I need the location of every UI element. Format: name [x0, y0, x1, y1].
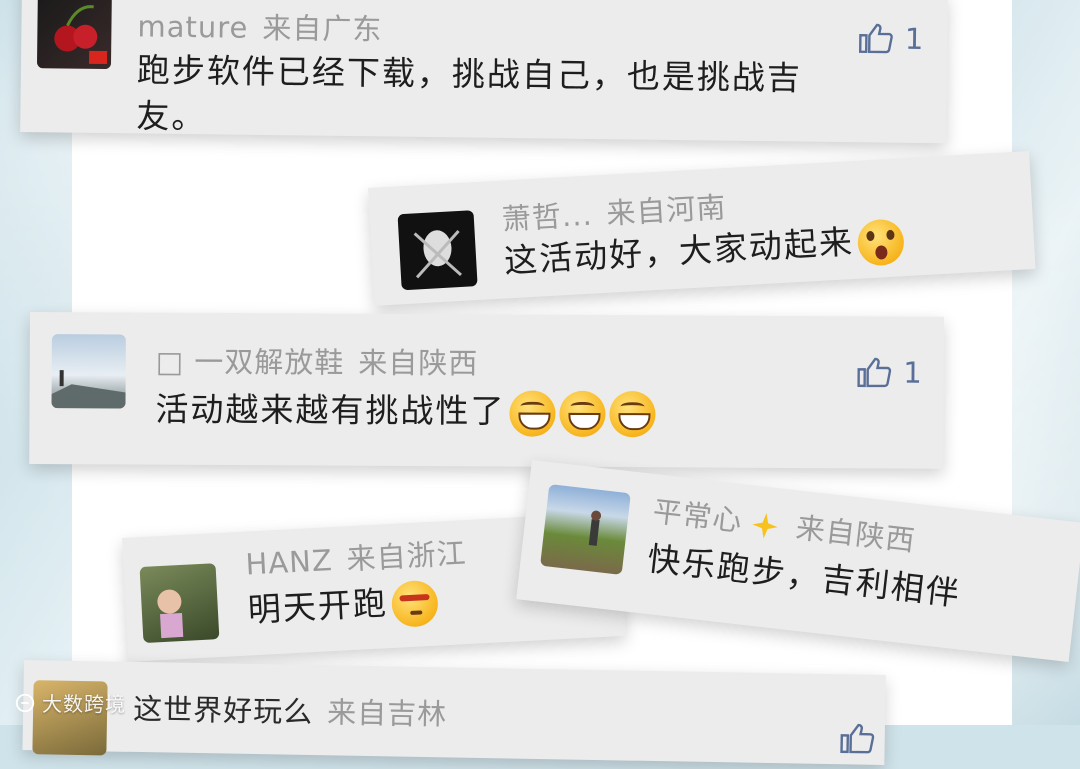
comment-author[interactable]: 这世界好玩么 来自吉林: [133, 686, 448, 733]
thumbs-up-icon: [856, 357, 891, 388]
dizzy-star-icon: [752, 513, 778, 539]
comment-card-1: mature 来自广东 1 跑步软件已经下载，挑战自己，也是挑战吉 友。: [20, 0, 948, 144]
grinning-emoji-icon: [609, 390, 656, 437]
comment-text: 活动越来越有挑战性了: [155, 387, 656, 437]
astonished-emoji-icon: [856, 217, 906, 267]
author-name: 这世界好玩么: [132, 691, 314, 730]
avatar[interactable]: [540, 484, 631, 575]
avatar[interactable]: [139, 563, 220, 644]
comment-text-body: 明天开跑: [246, 583, 389, 630]
watermark: 大数跨境: [14, 688, 126, 717]
watermark-logo-icon: [15, 693, 35, 712]
comment-text-body: 活动越来越有挑战性了: [155, 389, 506, 431]
comment-text: 快乐跑步，吉利相伴: [645, 536, 963, 617]
like-count: 1: [903, 355, 922, 390]
like-count: 1: [904, 21, 924, 57]
comment-text: 明天开跑: [247, 578, 439, 635]
comment-author[interactable]: HANZ 来自浙江: [244, 530, 468, 584]
comment-card-6: 这世界好玩么 来自吉林: [22, 660, 886, 766]
author-origin: 来自广东: [262, 10, 383, 47]
determined-emoji-icon: [390, 579, 439, 628]
author-name: HANZ: [244, 543, 334, 582]
child-avatar-image: [157, 589, 184, 639]
grinning-emoji-icon: [509, 390, 556, 437]
author-origin: 来自浙江: [345, 536, 468, 577]
thumbs-up-icon: [840, 723, 875, 754]
author-origin: 来自吉林: [326, 695, 448, 732]
avatar[interactable]: [51, 334, 126, 409]
author-origin: 来自陕西: [794, 510, 918, 558]
like-button[interactable]: [838, 720, 875, 757]
cherry-avatar-image: [54, 5, 108, 65]
author-name: □ 一双解放鞋: [155, 344, 345, 380]
grinning-emoji-icon: [559, 390, 606, 437]
author-origin: 来自陕西: [358, 345, 479, 381]
comment-author[interactable]: □ 一双解放鞋 来自陕西: [156, 339, 479, 383]
comment-author[interactable]: mature 来自广东: [137, 3, 382, 48]
mask-avatar-image: [413, 230, 462, 279]
hiker-avatar-image: [588, 510, 602, 546]
watermark-text: 大数跨境: [42, 692, 126, 716]
comment-text: 跑步软件已经下载，挑战自己，也是挑战吉 友。: [136, 47, 802, 147]
like-button[interactable]: 1: [857, 20, 924, 57]
avatar[interactable]: [36, 0, 112, 70]
comment-card-3: □ 一双解放鞋 来自陕西 1 活动越来越有挑战性了: [29, 312, 944, 469]
comment-text-body: 快乐跑步，吉利相伴: [645, 538, 963, 614]
author-origin: 来自河南: [605, 190, 728, 231]
comment-text-line: 友。: [136, 96, 207, 137]
like-button[interactable]: 1: [855, 354, 922, 390]
avatar[interactable]: [397, 210, 478, 291]
comment-text-line: 跑步软件已经下载，挑战自己，也是挑战吉: [136, 50, 803, 98]
author-name: 萧哲...: [501, 197, 594, 237]
landscape-avatar-image: [51, 370, 126, 409]
author-name: mature: [137, 9, 249, 45]
thumbs-up-icon: [858, 23, 893, 54]
author-name: 平常心: [651, 494, 745, 539]
